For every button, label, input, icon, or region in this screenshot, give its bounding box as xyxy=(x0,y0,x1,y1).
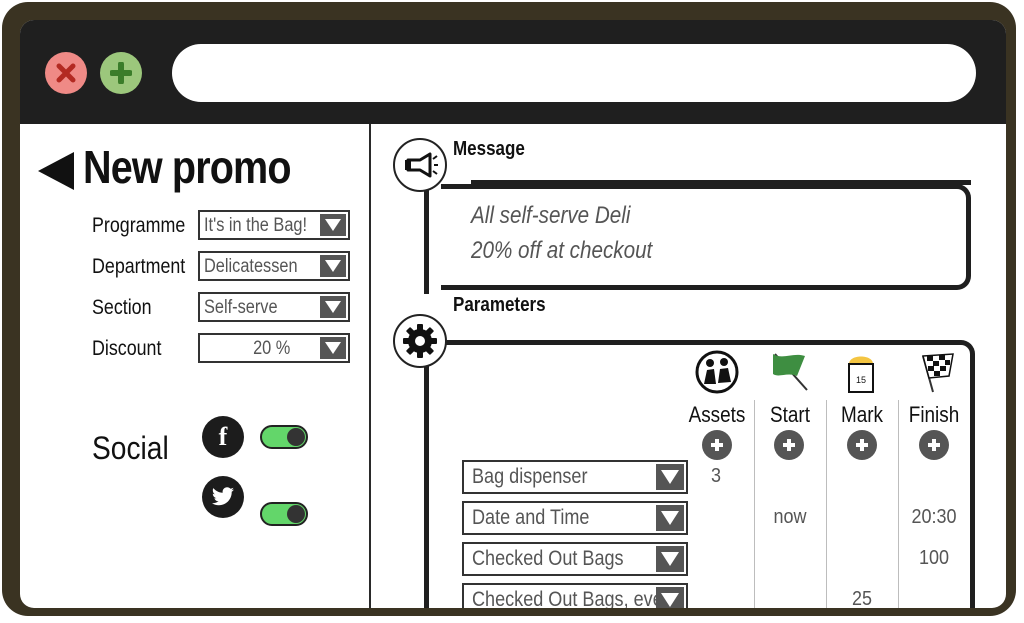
programme-value: It's in the Bag! xyxy=(204,215,308,236)
message-label: Message xyxy=(453,138,525,160)
chevron-down-icon[interactable] xyxy=(320,255,346,277)
plus-icon xyxy=(711,439,723,451)
chevron-down-icon[interactable] xyxy=(656,505,684,531)
parameters-node xyxy=(393,314,447,368)
parameter-row-select[interactable]: Checked Out Bags, ever xyxy=(462,583,688,608)
toggle-knob xyxy=(287,505,305,523)
department-label: Department xyxy=(92,255,186,278)
chevron-down-icon[interactable] xyxy=(656,464,684,490)
title-bar xyxy=(20,20,1006,124)
section-label: Section xyxy=(92,296,152,319)
discount-label: Discount xyxy=(92,337,162,360)
timeline-line xyxy=(424,334,429,608)
promo-form: New promo Programme It's in the Bag! Dep… xyxy=(20,124,369,608)
facebook-icon: f xyxy=(202,416,244,458)
message-node xyxy=(393,138,447,192)
page-title: New promo xyxy=(83,141,292,193)
parameter-row-label: Checked Out Bags xyxy=(472,547,624,570)
assets-cell[interactable]: 3 xyxy=(685,465,748,488)
close-icon xyxy=(56,63,76,83)
start-cell[interactable]: now xyxy=(759,506,822,529)
timeline-line xyxy=(424,184,429,294)
green-flag-icon xyxy=(773,353,808,391)
address-bar[interactable] xyxy=(172,44,976,102)
chevron-down-icon[interactable] xyxy=(320,337,346,359)
checkered-flag-icon xyxy=(922,353,954,393)
plus-icon xyxy=(783,439,795,451)
chevron-down-icon[interactable] xyxy=(656,546,684,572)
start-column-header: Start xyxy=(770,402,810,427)
plus-icon xyxy=(928,439,940,451)
column-divider xyxy=(826,400,827,608)
app-window: New promo Programme It's in the Bag! Dep… xyxy=(20,20,1006,608)
finish-cell[interactable]: 100 xyxy=(903,547,966,570)
department-select[interactable]: Delicatessen xyxy=(198,251,350,281)
twitter-icon xyxy=(202,476,244,518)
calendar-icon: 15 xyxy=(848,356,874,393)
discount-value: 20 % xyxy=(252,338,290,359)
programme-select[interactable]: It's in the Bag! xyxy=(198,210,350,240)
chevron-down-icon[interactable] xyxy=(656,587,684,608)
add-asset-button[interactable] xyxy=(702,430,732,460)
finish-cell[interactable]: 20:30 xyxy=(903,506,966,529)
plus-icon xyxy=(856,439,868,451)
chevron-down-icon[interactable] xyxy=(320,214,346,236)
calendar-day: 15 xyxy=(856,375,866,385)
people-icon xyxy=(695,350,739,394)
assets-column-header: Assets xyxy=(688,402,746,427)
mark-column-header: Mark xyxy=(840,402,884,427)
column-divider xyxy=(898,400,899,608)
parameter-row-select[interactable]: Bag dispenser xyxy=(462,460,688,494)
add-finish-button[interactable] xyxy=(919,430,949,460)
add-mark-button[interactable] xyxy=(847,430,877,460)
department-value: Delicatessen xyxy=(204,256,298,277)
section-value: Self-serve xyxy=(204,297,278,318)
chevron-down-icon[interactable] xyxy=(320,296,346,318)
social-label: Social xyxy=(92,430,169,466)
parameter-row-select[interactable]: Date and Time xyxy=(462,501,688,535)
column-divider xyxy=(754,400,755,608)
message-line-2: 20% off at checkout xyxy=(471,237,653,264)
discount-select[interactable]: 20 % xyxy=(198,333,350,363)
device-frame: New promo Programme It's in the Bag! Dep… xyxy=(2,2,1016,616)
close-window-button[interactable] xyxy=(45,52,87,94)
back-arrow-icon[interactable] xyxy=(38,152,74,190)
mark-cell[interactable]: 25 xyxy=(831,588,894,608)
facebook-toggle[interactable] xyxy=(260,425,308,449)
new-window-button[interactable] xyxy=(100,52,142,94)
parameters-label: Parameters xyxy=(453,294,546,316)
parameter-row-label: Date and Time xyxy=(472,506,590,529)
promo-details: Message All self-serve Deli 20% off at c… xyxy=(371,124,1006,608)
programme-label: Programme xyxy=(92,214,186,237)
add-start-button[interactable] xyxy=(774,430,804,460)
twitter-toggle[interactable] xyxy=(260,502,308,526)
plus-icon xyxy=(110,62,132,84)
toggle-knob xyxy=(287,428,305,446)
section-select[interactable]: Self-serve xyxy=(198,292,350,322)
finish-column-header: Finish xyxy=(908,402,960,427)
gear-icon xyxy=(403,324,437,358)
megaphone-icon xyxy=(405,152,438,178)
parameter-row-label: Checked Out Bags, ever xyxy=(472,588,669,608)
message-line-1: All self-serve Deli xyxy=(471,202,631,229)
parameter-row-select[interactable]: Checked Out Bags xyxy=(462,542,688,576)
parameter-row-label: Bag dispenser xyxy=(472,465,588,488)
